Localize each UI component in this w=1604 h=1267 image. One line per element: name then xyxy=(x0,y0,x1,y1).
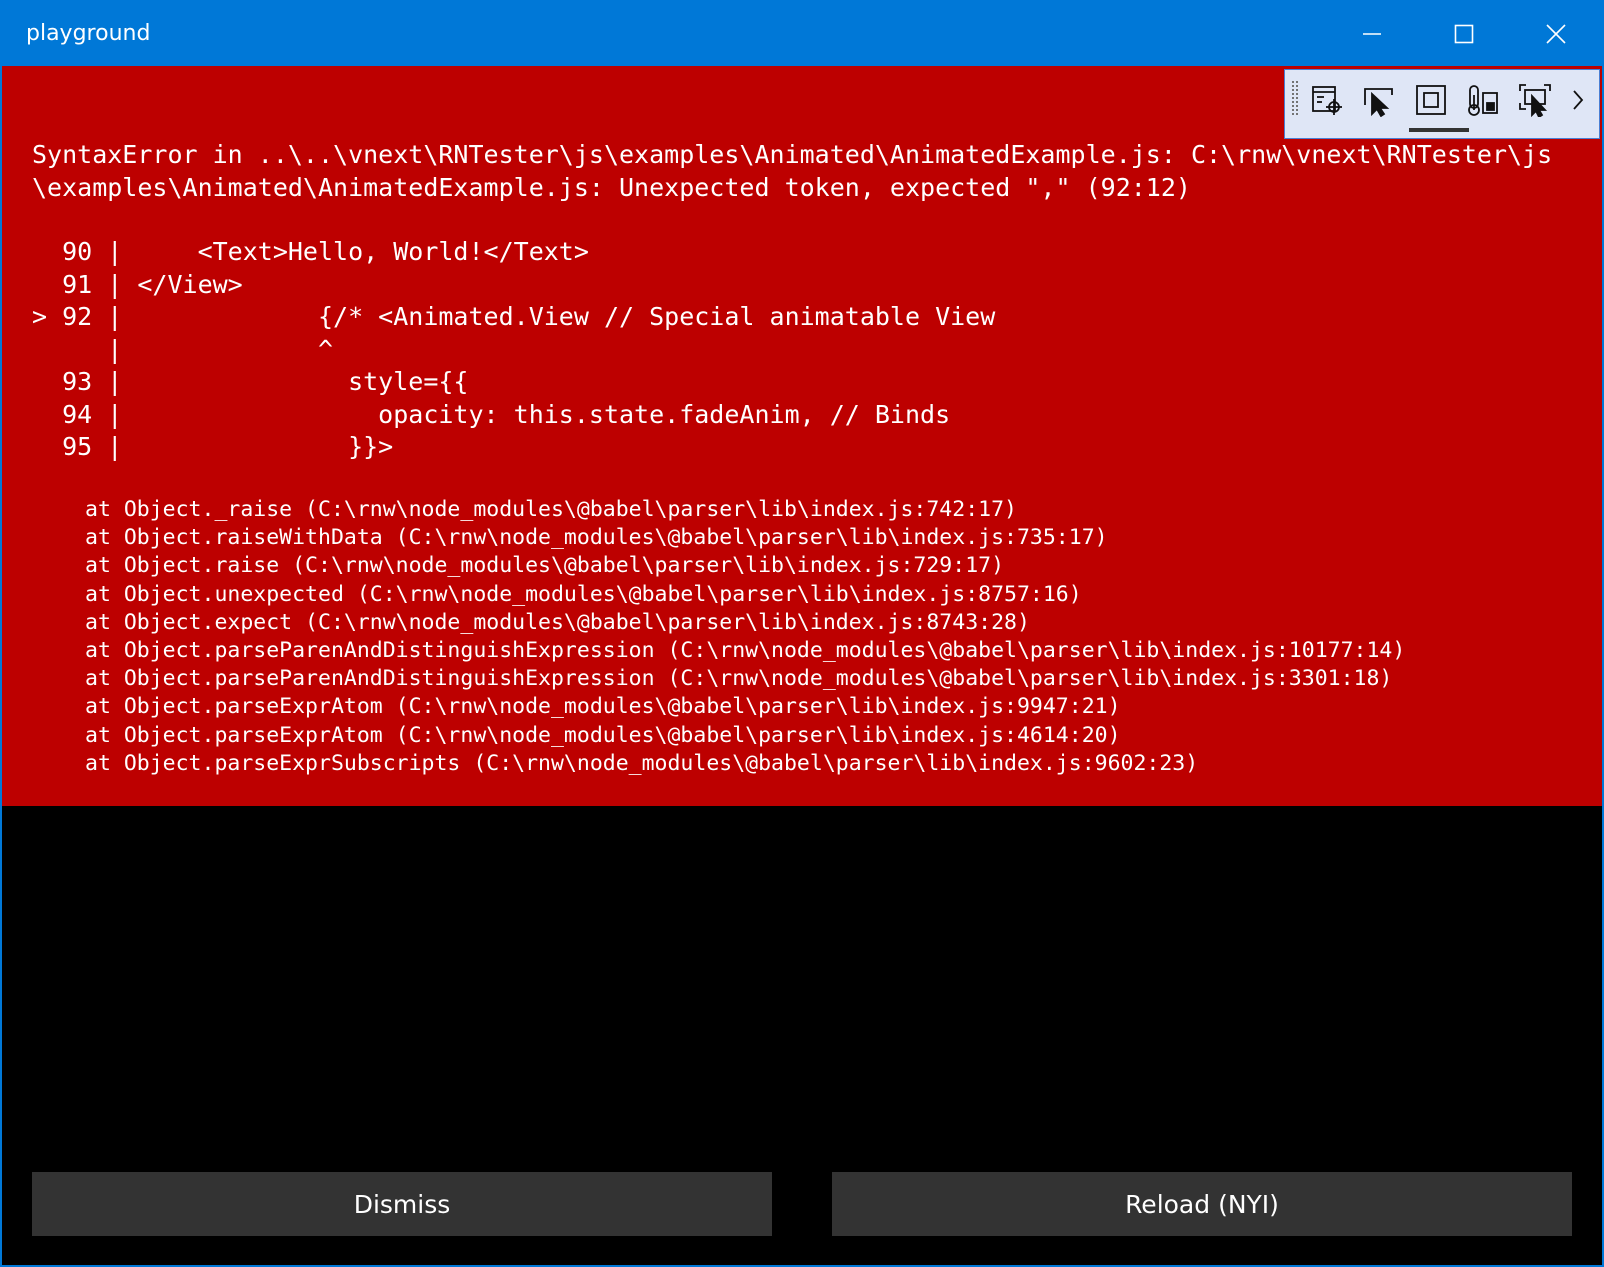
track-focus-button[interactable] xyxy=(1461,78,1505,122)
title-bar[interactable]: playground xyxy=(2,2,1602,66)
redbox-error-panel[interactable]: SyntaxError in ..\..\vnext\RNTester\js\e… xyxy=(2,66,1602,806)
preview-selection-icon xyxy=(1519,84,1551,117)
minimize-button[interactable] xyxy=(1326,2,1418,66)
toolbar-expand-button[interactable] xyxy=(1563,78,1593,122)
xaml-debug-toolbar xyxy=(1284,69,1600,139)
visual-tree-button[interactable] xyxy=(1305,78,1349,122)
dismiss-button[interactable]: Dismiss xyxy=(32,1172,772,1236)
window-title: playground xyxy=(26,21,151,46)
error-message: SyntaxError in ..\..\vnext\RNTester\js\e… xyxy=(32,140,1553,202)
maximize-icon xyxy=(1454,24,1474,44)
track-focus-icon xyxy=(1468,85,1498,116)
visual-tree-icon xyxy=(1312,86,1342,115)
code-frame: 90 | <Text>Hello, World!</Text> 91 | </V… xyxy=(32,237,996,461)
layout-adorners-button[interactable] xyxy=(1409,78,1453,122)
select-element-icon xyxy=(1364,88,1393,117)
preview-selection-button[interactable] xyxy=(1513,78,1557,122)
app-window: playground SyntaxError in ..\..\vnext\RN… xyxy=(2,2,1602,1265)
minimize-icon xyxy=(1363,33,1381,35)
close-icon xyxy=(1546,24,1566,44)
toolbar-drag-indicator[interactable] xyxy=(1409,128,1469,132)
reload-button[interactable]: Reload (NYI) xyxy=(832,1172,1572,1236)
display-layout-adorners-icon xyxy=(1416,85,1446,115)
stack-trace: at Object._raise (C:\rnw\node_modules\@b… xyxy=(85,497,1406,776)
chevron-right-icon xyxy=(1573,90,1584,110)
maximize-button[interactable] xyxy=(1418,2,1510,66)
toolbar-grip[interactable] xyxy=(1291,80,1299,116)
select-element-button[interactable] xyxy=(1357,78,1401,122)
close-button[interactable] xyxy=(1510,2,1602,66)
